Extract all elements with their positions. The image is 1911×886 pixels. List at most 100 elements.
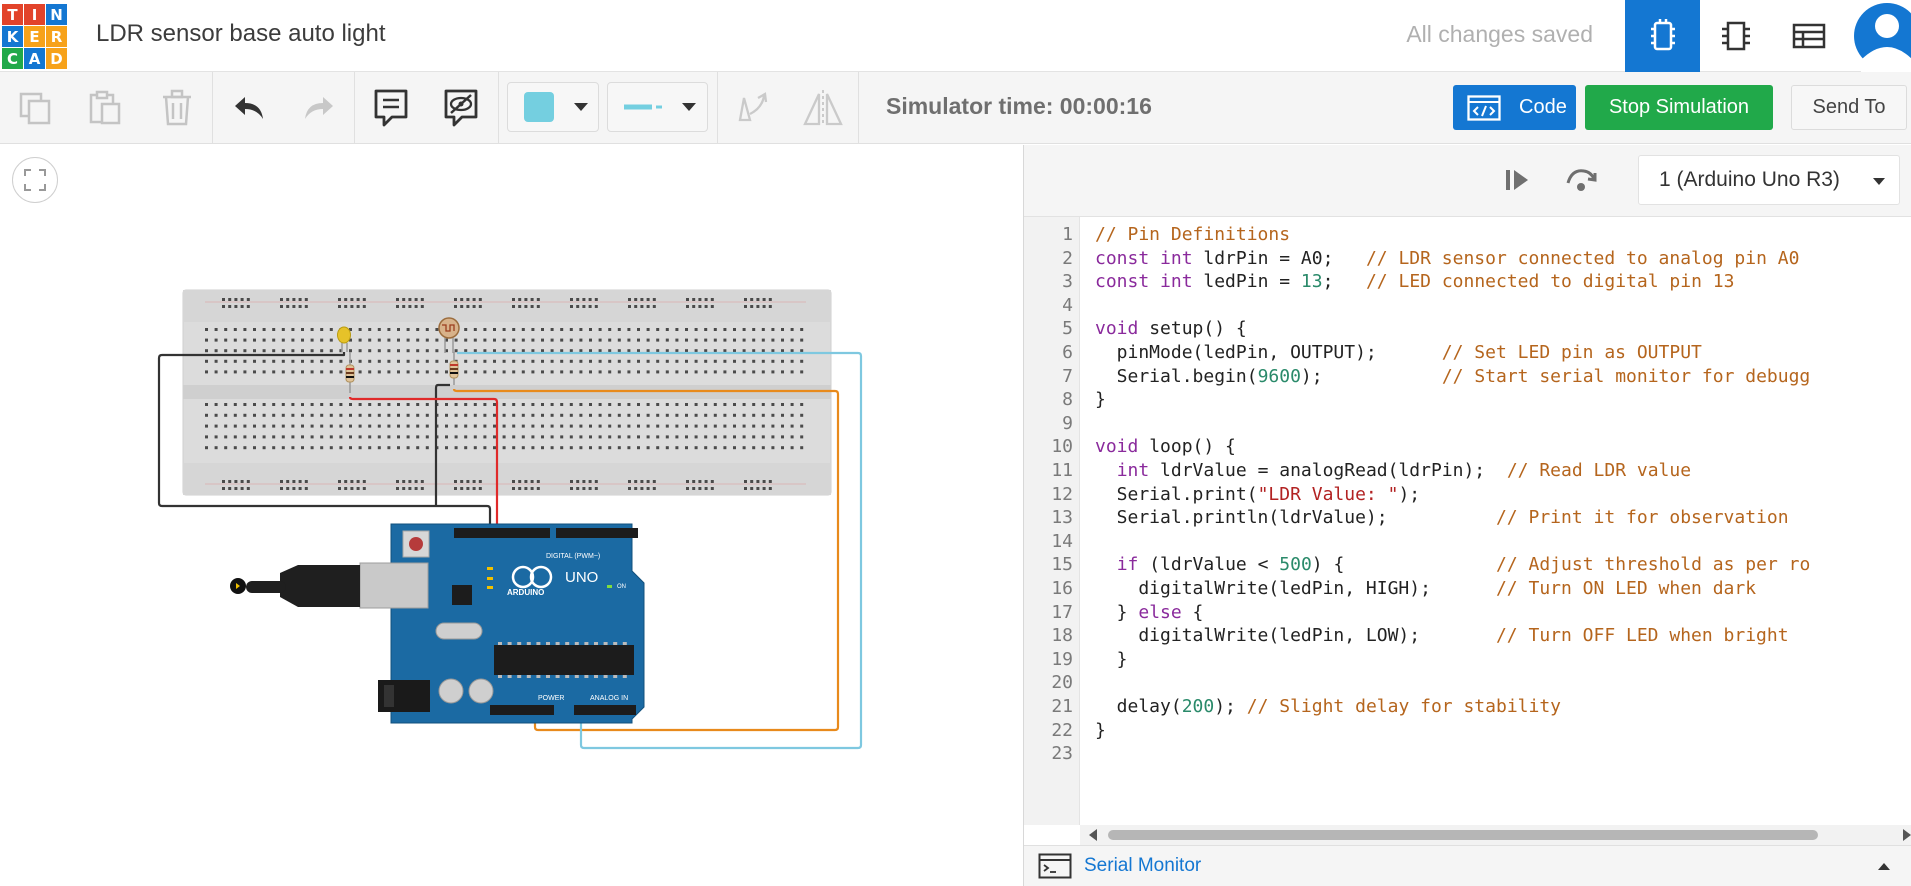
redo-icon — [305, 97, 333, 119]
app-header: TIN KER CAD LDR sensor base auto light All… — [0, 0, 1911, 72]
code-line[interactable]: } — [1095, 648, 1128, 672]
line-number: 1 — [1062, 224, 1073, 245]
line-number: 22 — [1051, 719, 1073, 741]
code-line[interactable]: pinMode(ledPin, OUTPUT); // Set LED pin … — [1095, 341, 1702, 365]
code-line[interactable]: // Pin Definitions — [1095, 223, 1290, 247]
logo-letter: T — [2, 4, 23, 25]
on-label: ON — [617, 584, 626, 590]
delete-button[interactable] — [152, 72, 202, 144]
code-line[interactable]: void loop() { — [1095, 435, 1236, 459]
board-name-label: UNO — [565, 569, 598, 586]
code-line[interactable]: } else { — [1095, 601, 1204, 625]
code-line[interactable]: if (ldrValue < 500) { // Adjust threshol… — [1095, 553, 1811, 577]
color-swatch — [524, 92, 554, 122]
line-number: 14 — [1051, 530, 1073, 552]
line-number: 15 — [1051, 554, 1073, 576]
copy-button[interactable] — [10, 72, 60, 144]
arduino-uno-board[interactable]: UNO ARDUINO DIGITAL (PWM~) POWER ANALOG … — [230, 523, 645, 724]
logo-letter: N — [46, 4, 67, 25]
code-line[interactable]: Serial.print("LDR Value: "); — [1095, 483, 1420, 507]
code-button[interactable]: Code — [1453, 85, 1576, 130]
mirror-button[interactable] — [798, 72, 848, 144]
circuit-diagram: UNO ARDUINO DIGITAL (PWM~) POWER ANALOG … — [157, 289, 863, 750]
redo-button[interactable] — [294, 72, 344, 144]
wire-style-picker[interactable] — [607, 82, 708, 132]
scroll-left-icon — [1089, 829, 1097, 841]
line-number: 21 — [1051, 696, 1073, 717]
code-line[interactable]: const int ledPin = 13; // LED connected … — [1095, 270, 1734, 294]
fill-color-picker[interactable] — [507, 82, 599, 132]
step-over-button[interactable] — [1564, 165, 1598, 200]
code-icon — [1467, 94, 1501, 121]
line-number: 16 — [1051, 578, 1073, 599]
step-button[interactable] — [1504, 167, 1530, 198]
line-number: 9 — [1062, 412, 1073, 434]
undo-icon — [235, 97, 263, 119]
code-editor[interactable]: 1 2 3 4 5 6 7 8 9 10 11 12 13 14 15 16 17 18 19 20 21 22 23 //… — [1024, 217, 1911, 825]
code-line[interactable]: delay(200); // Slight delay for stabilit… — [1095, 695, 1561, 719]
code-line[interactable]: } — [1095, 719, 1106, 743]
device-select[interactable]: 1 (Arduino Uno R3) — [1638, 155, 1900, 205]
line-number: 4 — [1062, 294, 1073, 316]
line-number: 23 — [1051, 743, 1073, 765]
rotate-icon — [738, 92, 768, 122]
line-number: 3 — [1062, 271, 1073, 293]
serial-monitor-label: Serial Monitor — [1084, 855, 1202, 876]
step-icon — [1506, 170, 1528, 190]
chevron-down-icon — [574, 103, 588, 111]
code-line[interactable]: digitalWrite(ledPin, LOW); // Turn OFF L… — [1095, 624, 1788, 648]
circuit-view-button[interactable] — [1625, 0, 1700, 72]
line-number: 12 — [1051, 483, 1073, 505]
code-line[interactable]: const int ldrPin = A0; // LDR sensor con… — [1095, 247, 1799, 271]
line-number: 8 — [1062, 389, 1073, 411]
code-line[interactable]: } — [1095, 388, 1106, 412]
serial-monitor-bar[interactable]: Serial Monitor — [1024, 845, 1911, 886]
code-line[interactable]: digitalWrite(ledPin, HIGH); // Turn ON L… — [1095, 577, 1756, 601]
code-button-label: Code — [1519, 96, 1567, 118]
toggle-notes-button[interactable] — [436, 72, 486, 144]
line-number: 7 — [1062, 365, 1073, 387]
send-to-button[interactable]: Send To — [1791, 85, 1907, 130]
serial-monitor-icon — [1038, 853, 1072, 879]
line-number: 19 — [1051, 648, 1073, 670]
line-number: 18 — [1051, 625, 1073, 647]
circuit-canvas[interactable]: UNO ARDUINO DIGITAL (PWM~) POWER ANALOG … — [0, 145, 1023, 886]
scroll-right-icon — [1903, 829, 1911, 841]
user-avatar[interactable] — [1849, 0, 1911, 72]
delete-icon — [163, 89, 191, 126]
line-number: 20 — [1051, 672, 1073, 694]
board-brand-label: ARDUINO — [507, 588, 544, 597]
stop-simulation-button[interactable]: Stop Simulation — [1585, 85, 1773, 130]
undo-button[interactable] — [224, 72, 274, 144]
line-number: 11 — [1051, 460, 1073, 481]
line-number: 17 — [1051, 601, 1073, 623]
analog-label: ANALOG IN — [590, 695, 628, 702]
schematic-view-icon — [1721, 21, 1750, 51]
logo-letter: A — [24, 48, 45, 69]
component-list-icon — [1792, 23, 1825, 49]
scrollbar-thumb[interactable] — [1108, 830, 1818, 840]
code-line[interactable]: void setup() { — [1095, 317, 1247, 341]
chevron-down-icon — [1873, 178, 1885, 185]
wire-style-icon — [624, 104, 662, 110]
device-select-value: 1 (Arduino Uno R3) — [1659, 168, 1840, 191]
line-number: 6 — [1062, 342, 1073, 363]
chevron-up-icon — [1878, 863, 1890, 870]
paste-icon — [89, 90, 121, 125]
power-label: POWER — [538, 695, 564, 702]
notes-button[interactable] — [366, 72, 416, 144]
line-number: 5 — [1062, 318, 1073, 340]
code-toolbar: 1 (Arduino Uno R3) — [1024, 145, 1911, 217]
code-line[interactable]: Serial.println(ldrValue); // Print it fo… — [1095, 506, 1789, 530]
schematic-view-button[interactable] — [1698, 0, 1773, 72]
horizontal-scrollbar[interactable] — [1080, 825, 1911, 845]
logo-letter: I — [24, 4, 45, 25]
rotate-button[interactable] — [727, 72, 777, 144]
code-line[interactable]: Serial.begin(9600); // Start serial moni… — [1095, 365, 1811, 389]
paste-button[interactable] — [80, 72, 130, 144]
code-line[interactable]: int ldrValue = analogRead(ldrPin); // Re… — [1095, 459, 1691, 483]
project-title[interactable]: LDR sensor base auto light — [96, 20, 386, 48]
component-list-button[interactable] — [1771, 0, 1846, 72]
breadboard[interactable] — [182, 289, 832, 496]
tinkercad-logo[interactable]: TIN KER CAD — [2, 4, 67, 69]
